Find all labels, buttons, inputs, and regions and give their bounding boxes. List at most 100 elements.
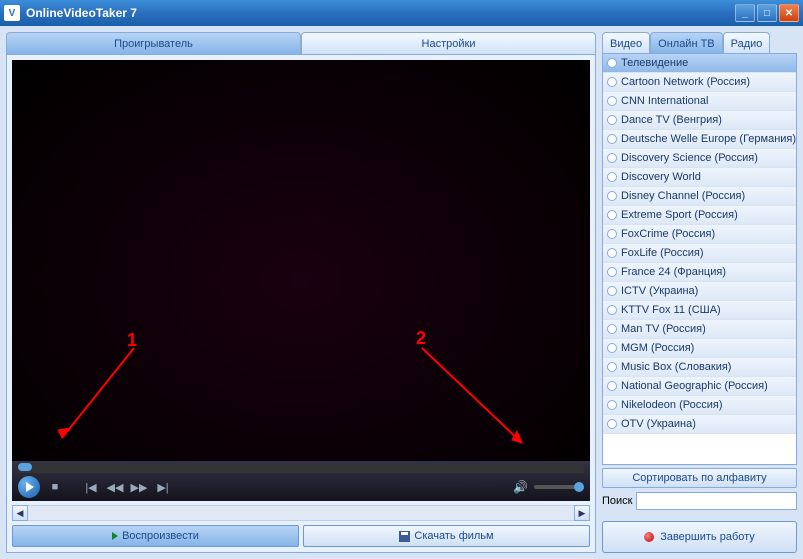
channel-item[interactable]: Extreme Sport (Россия): [603, 206, 796, 225]
channel-label: Discovery World: [621, 171, 701, 183]
radio-icon: [607, 343, 617, 353]
rewind-icon[interactable]: ◀◀: [106, 478, 124, 496]
radio-icon: [607, 267, 617, 277]
next-icon[interactable]: ▶|: [154, 478, 172, 496]
floppy-icon: [399, 531, 410, 542]
channel-item[interactable]: KTTV Fox 11 (США): [603, 301, 796, 320]
radio-icon: [607, 77, 617, 87]
titlebar: V OnlineVideoTaker 7 _ □ ✕: [0, 0, 803, 26]
side-tabs: Видео Онлайн ТВ Радио: [602, 32, 797, 54]
tab-radio[interactable]: Радио: [723, 32, 771, 54]
scroll-left-icon[interactable]: ◀: [12, 505, 28, 521]
main-tabs: Проигрыватель Настройки: [6, 32, 596, 54]
player-panel: 1 2: [6, 54, 596, 553]
download-button[interactable]: Скачать фильм: [303, 525, 590, 547]
annotation-2: 2: [416, 328, 426, 349]
progress-bar[interactable]: [18, 465, 584, 473]
stop-icon[interactable]: ■: [46, 478, 64, 496]
channel-item[interactable]: Disney Channel (Россия): [603, 187, 796, 206]
channel-label: OTV (Украина): [621, 418, 696, 430]
channel-label: Discovery Science (Россия): [621, 152, 758, 164]
minimize-button[interactable]: _: [735, 4, 755, 22]
channel-label: Disney Channel (Россия): [621, 190, 745, 202]
channel-label: Deutsche Welle Europe (Германия): [621, 133, 796, 145]
progress-thumb[interactable]: [18, 463, 32, 471]
tab-online-tv[interactable]: Онлайн ТВ: [650, 32, 723, 54]
radio-icon: [607, 400, 617, 410]
horizontal-scrollbar[interactable]: ◀ ▶: [12, 505, 590, 521]
channel-item[interactable]: National Geographic (Россия): [603, 377, 796, 396]
app-icon: V: [4, 5, 20, 21]
channel-label: MGM (Россия): [621, 342, 694, 354]
channel-item[interactable]: FoxLife (Россия): [603, 244, 796, 263]
player-controls: ■ |◀ ◀◀ ▶▶ ▶| 🔊: [12, 461, 590, 501]
volume-slider[interactable]: [534, 485, 584, 489]
radio-icon: [607, 286, 617, 296]
channel-label: National Geographic (Россия): [621, 380, 768, 392]
channel-label: FoxLife (Россия): [621, 247, 704, 259]
search-label: Поиск: [602, 495, 632, 507]
radio-icon: [607, 229, 617, 239]
radio-icon: [607, 134, 617, 144]
radio-icon: [607, 381, 617, 391]
maximize-button[interactable]: □: [757, 4, 777, 22]
radio-icon: [607, 153, 617, 163]
channel-item[interactable]: CNN International: [603, 92, 796, 111]
play-button-label: Воспроизвести: [122, 530, 199, 542]
channel-item[interactable]: Телевидение: [603, 54, 796, 73]
radio-icon: [607, 419, 617, 429]
channel-item[interactable]: France 24 (Франция): [603, 263, 796, 282]
radio-icon: [607, 248, 617, 258]
search-input[interactable]: [636, 492, 797, 510]
prev-icon[interactable]: |◀: [82, 478, 100, 496]
channel-label: KTTV Fox 11 (США): [621, 304, 721, 316]
exit-button-label: Завершить работу: [660, 531, 755, 543]
radio-icon: [607, 324, 617, 334]
volume-icon[interactable]: 🔊: [513, 480, 528, 494]
play-button[interactable]: Воспроизвести: [12, 525, 299, 547]
radio-icon: [607, 58, 617, 68]
volume-thumb[interactable]: [574, 482, 584, 492]
channel-item[interactable]: MGM (Россия): [603, 339, 796, 358]
channel-item[interactable]: OTV (Украина): [603, 415, 796, 434]
channel-list[interactable]: Телевидение Cartoon Network (Россия) CNN I…: [602, 53, 797, 465]
radio-icon: [607, 305, 617, 315]
channel-item[interactable]: Discovery World: [603, 168, 796, 187]
channel-label: France 24 (Франция): [621, 266, 726, 278]
window-title: OnlineVideoTaker 7: [26, 6, 137, 20]
exit-button[interactable]: Завершить работу: [602, 521, 797, 553]
video-area: 1 2: [12, 60, 590, 501]
channel-item[interactable]: Nikelodeon (Россия): [603, 396, 796, 415]
stop-red-icon: [644, 532, 654, 542]
play-icon[interactable]: [18, 476, 40, 498]
channel-item[interactable]: Music Box (Словакия): [603, 358, 796, 377]
channel-item[interactable]: Cartoon Network (Россия): [603, 73, 796, 92]
play-green-icon: [112, 532, 118, 540]
tab-player[interactable]: Проигрыватель: [6, 32, 301, 54]
annotation-1: 1: [127, 330, 137, 351]
channel-item[interactable]: ICTV (Украина): [603, 282, 796, 301]
channel-item[interactable]: Man TV (Россия): [603, 320, 796, 339]
channel-label: CNN International: [621, 95, 708, 107]
channel-item[interactable]: Discovery Science (Россия): [603, 149, 796, 168]
close-button[interactable]: ✕: [779, 4, 799, 22]
channel-item[interactable]: Deutsche Welle Europe (Германия): [603, 130, 796, 149]
channel-item[interactable]: Dance TV (Венгрия): [603, 111, 796, 130]
channel-label: Music Box (Словакия): [621, 361, 731, 373]
radio-icon: [607, 191, 617, 201]
channel-label: Extreme Sport (Россия): [621, 209, 738, 221]
download-button-label: Скачать фильм: [414, 530, 493, 542]
tab-video[interactable]: Видео: [602, 32, 650, 54]
radio-icon: [607, 115, 617, 125]
radio-icon: [607, 362, 617, 372]
radio-icon: [607, 210, 617, 220]
channel-item[interactable]: FoxCrime (Россия): [603, 225, 796, 244]
radio-icon: [607, 172, 617, 182]
forward-icon[interactable]: ▶▶: [130, 478, 148, 496]
channel-label: Dance TV (Венгрия): [621, 114, 722, 126]
channel-label: Cartoon Network (Россия): [621, 76, 750, 88]
tab-settings[interactable]: Настройки: [301, 32, 596, 54]
scroll-right-icon[interactable]: ▶: [574, 505, 590, 521]
sort-button[interactable]: Сортировать по алфавиту: [602, 468, 797, 488]
radio-icon: [607, 96, 617, 106]
